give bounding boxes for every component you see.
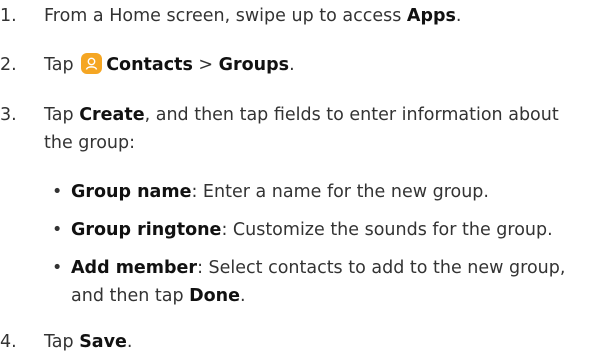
bullet-marker: • (52, 220, 63, 240)
bullet-text: Group ringtone: Customize the sounds for… (71, 220, 553, 240)
step-number: 2. (0, 55, 17, 75)
bold-term: Apps (406, 6, 456, 26)
step-number: 3. (0, 105, 17, 125)
bullet-text: Add member: Select contacts to add to th… (71, 258, 566, 278)
bold-term: Group ringtone (71, 220, 222, 240)
step-text: Tap Save. (44, 332, 133, 352)
contacts-app-icon (81, 53, 103, 74)
step-number: 1. (0, 6, 17, 26)
bullet-text: Group name: Enter a name for the new gro… (71, 182, 489, 202)
bold-term: Save (79, 332, 127, 352)
step-text: From a Home screen, swipe up to access A… (44, 6, 462, 26)
bold-term: Group name (71, 182, 192, 202)
bold-term: Groups (218, 55, 290, 75)
bold-term: Done (189, 286, 241, 306)
step-number: 4. (0, 332, 17, 352)
bold-term: Create (79, 105, 145, 125)
bold-term: Contacts (106, 55, 193, 75)
step-text: Tap Create, and then tap fields to enter… (44, 105, 559, 125)
bullet-marker: • (52, 258, 63, 278)
bold-term: Add member (71, 258, 198, 278)
step-text: Tap Contacts > Groups. (44, 53, 295, 75)
bullet-marker: • (52, 182, 63, 202)
